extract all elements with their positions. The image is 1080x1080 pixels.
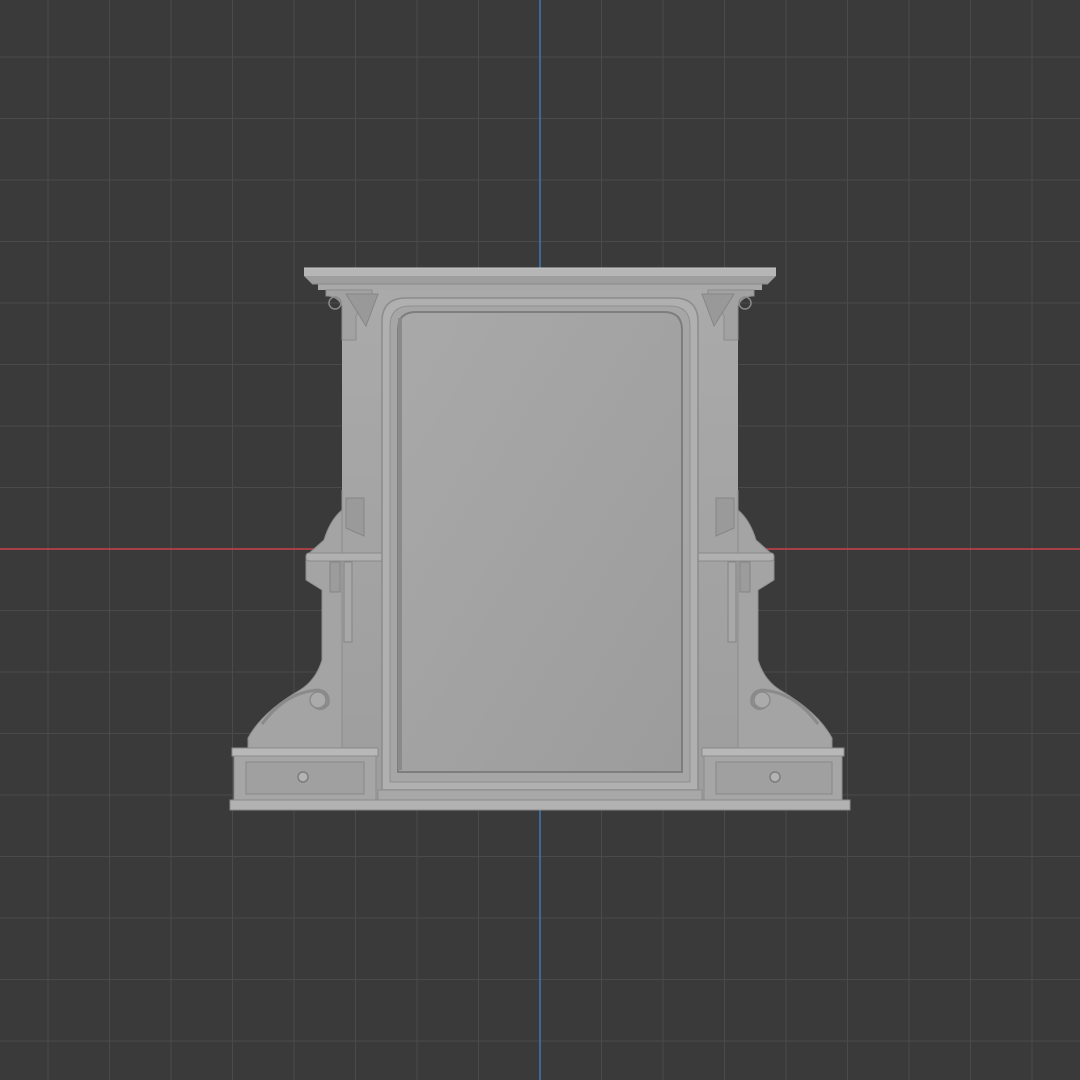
left-drawer-knob	[297, 771, 309, 783]
viewport-scene	[0, 0, 1080, 1080]
top-cornice	[304, 267, 776, 290]
left-drawer-box	[231, 747, 379, 801]
right-drawer-box	[701, 747, 845, 801]
3d-viewport[interactable]	[0, 0, 1080, 1080]
mirror-glass	[397, 311, 683, 773]
vanity-mirror-model[interactable]	[229, 267, 851, 811]
right-drawer-knob	[769, 771, 781, 783]
